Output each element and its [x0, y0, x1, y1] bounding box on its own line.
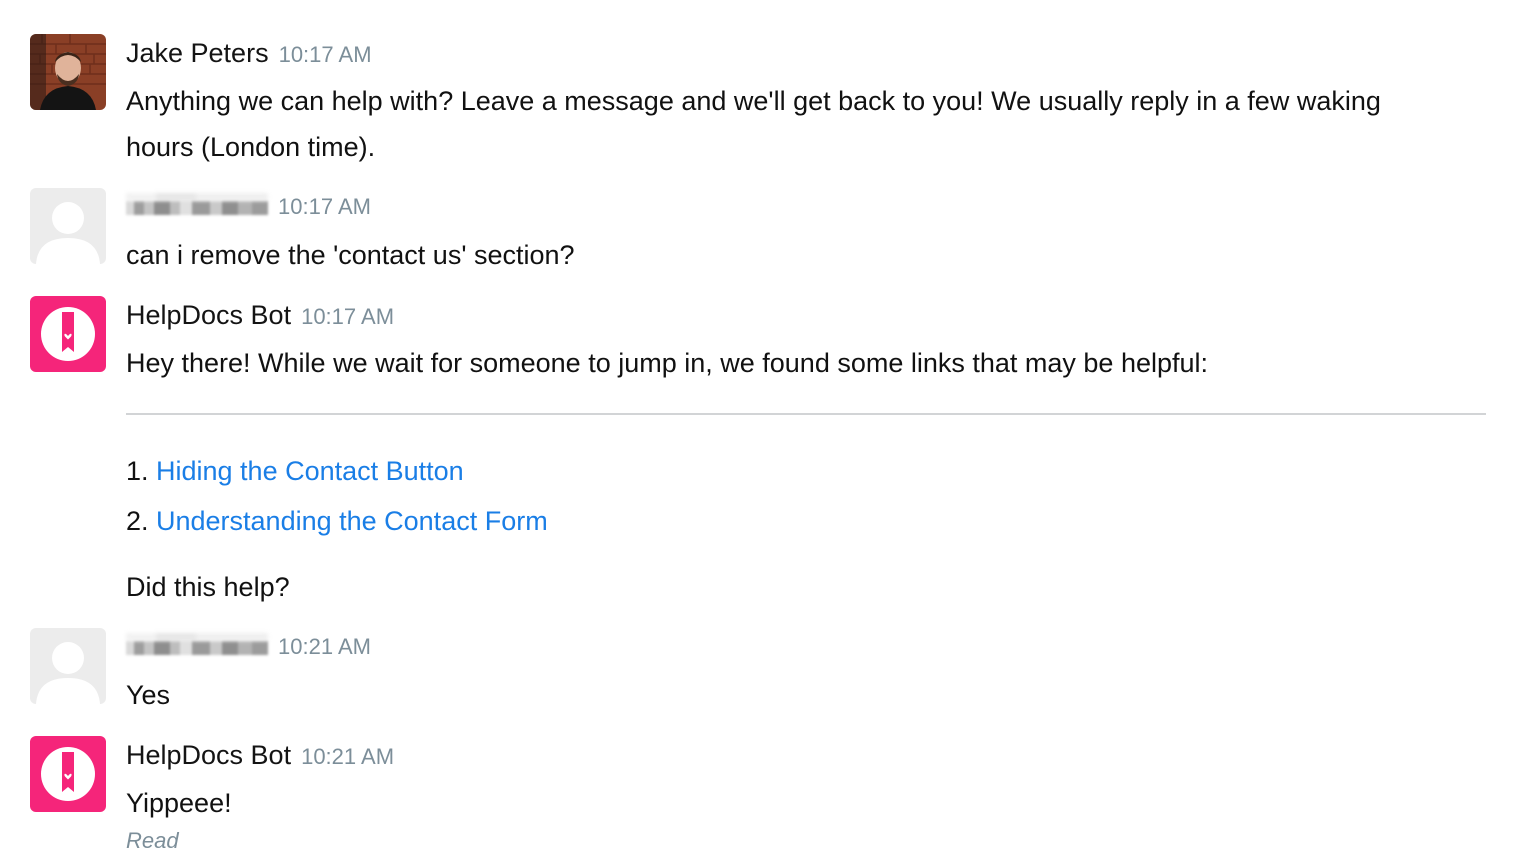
message-text: Yippeee! [126, 788, 232, 818]
timestamp: 10:21 AM [278, 634, 371, 659]
message-header: 10:17 AM [126, 194, 371, 228]
avatar-jake-peters [30, 34, 106, 110]
default-user-icon [30, 628, 106, 704]
suggested-links-list: 1. Hiding the Contact Button 2. Understand… [126, 446, 548, 546]
message-text: Yes [126, 680, 171, 710]
redacted-author-name [126, 201, 268, 215]
link-hiding-contact-button[interactable]: Hiding the Contact Button [156, 456, 464, 486]
avatar-helpdocs-bot [30, 296, 106, 372]
list-item: 2. Understanding the Contact Form [126, 496, 548, 546]
list-number: 1. [126, 456, 149, 486]
message-text: Anything we can help with? Leave a messa… [126, 86, 1381, 162]
avatar-visitor [30, 188, 106, 264]
list-item: 1. Hiding the Contact Button [126, 446, 548, 496]
user-photo-icon [30, 34, 106, 110]
message-text: can i remove the 'contact us' section? [126, 240, 575, 270]
avatar-helpdocs-bot [30, 736, 106, 812]
author-name: HelpDocs Bot [126, 300, 292, 330]
default-user-icon [30, 188, 106, 264]
divider [126, 413, 1486, 415]
message-header: 10:21 AM [126, 634, 371, 668]
timestamp: 10:17 AM [278, 194, 371, 219]
message-header: HelpDocs Bot 10:17 AM [126, 300, 394, 334]
timestamp: 10:17 AM [278, 42, 372, 67]
helpdocs-logo-icon [30, 736, 106, 812]
list-number: 2. [126, 506, 149, 536]
message-text: Hey there! While we wait for someone to … [126, 348, 1209, 378]
redacted-author-name [126, 641, 268, 655]
avatar-visitor [30, 628, 106, 704]
message-header: HelpDocs Bot 10:21 AM [126, 740, 394, 774]
followup-question: Did this help? [126, 572, 290, 602]
timestamp: 10:17 AM [301, 304, 395, 329]
link-understanding-contact-form[interactable]: Understanding the Contact Form [156, 506, 548, 536]
author-name: HelpDocs Bot [126, 740, 292, 770]
timestamp: 10:21 AM [301, 744, 395, 769]
message-header: Jake Peters 10:17 AM [126, 38, 372, 72]
author-name: Jake Peters [126, 38, 269, 68]
helpdocs-logo-icon [30, 296, 106, 372]
read-receipt: Read [126, 828, 179, 853]
